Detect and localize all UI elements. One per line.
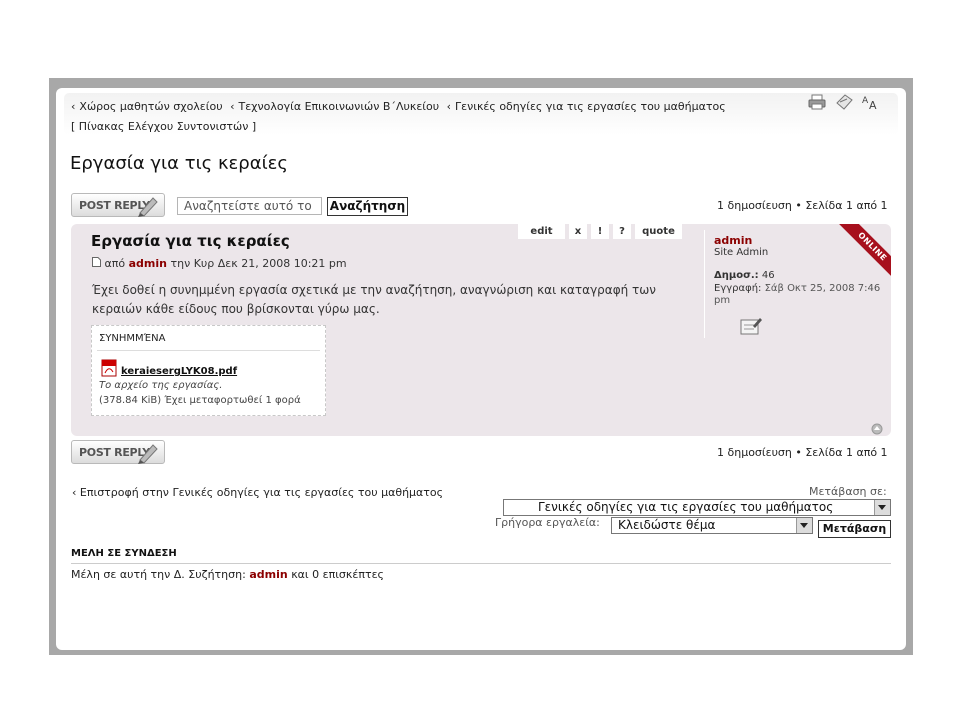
breadcrumb: ‹ Χώρος μαθητών σχολείου ‹ Τεχνολογία Επικ… [71,100,730,113]
post-body: Έχει δοθεί η συνημμένη εργασία σχετικά μ… [92,283,657,316]
delete-button[interactable]: x [569,224,587,239]
posts-count: 46 [761,270,775,281]
online-users-text: Μέλη σε αυτή την Δ. Συζήτηση: admin και … [71,568,384,581]
pencil-icon [138,444,158,464]
attachment-heading: ΣΥΝΗΜΜΈΝΑ [99,333,166,344]
post-meta: από admin την Κυρ Δεκ 21, 2008 10:21 pm [92,257,347,270]
profile-name-link[interactable]: admin [714,234,752,247]
edit-button[interactable]: edit [518,224,565,239]
quick-tools-value: Κλειδώστε θέμα [618,518,716,532]
chevron-down-icon [796,518,812,533]
page-title: Εργασία για τις κεραίες [70,153,288,174]
profile-rank: Site Admin [714,247,769,258]
topic-tools: AA [808,94,880,110]
search-topic-input[interactable]: Αναζητείστε αυτό το [177,197,322,215]
email-topic-icon[interactable] [835,94,853,110]
return-to-forum-link[interactable]: ‹ Επιστροφή στην Γενικές οδηγίες για τις… [72,486,443,499]
jump-to-label: Μετάβαση σε: [809,485,887,498]
attachment-size: (378.84 KiB) Έχει μεταφορτωθεί 1 φορά [99,395,301,406]
breadcrumb-item-course[interactable]: Τεχνολογία Επικοινωνιών Β΄Λυκείου [238,100,439,113]
post-actions: edit x ! ? quote [518,224,682,239]
quick-tools-label: Γρήγορα εργαλεία: [495,516,600,529]
return-to-forum-text: Επιστροφή στην Γενικές οδηγίες για τις ε… [79,486,444,499]
attachment-box: ΣΥΝΗΜΜΈΝΑ keraiesergLYK08.pdf Το αρχείο … [91,325,326,416]
pagination-bottom: 1 δημοσίευση • Σελίδα 1 από 1 [717,446,888,459]
chevron-left-icon: ‹ [72,486,77,499]
post-author-link[interactable]: admin [129,257,167,270]
back-to-top-icon[interactable] [871,420,883,439]
chevron-left-icon: ‹ [446,100,451,113]
moderator-control-panel-link[interactable]: [ Πίνακας Ελέγχου Συντονιστών ] [71,120,256,133]
post-reply-button[interactable]: POST REPLY [71,193,165,217]
breadcrumb-item-forum[interactable]: Γενικές οδηγίες για τις εργασίες του μαθ… [455,100,726,113]
attachment-file-link[interactable]: keraiesergLYK08.pdf [121,366,237,377]
jump-to-value: Γενικές οδηγίες για τις εργασίες του μαθ… [538,500,834,514]
info-button[interactable]: ? [613,224,631,239]
print-icon[interactable] [808,94,826,110]
divider [97,350,320,351]
online-prefix: Μέλη σε αυτή την Δ. Συζήτηση: [71,568,246,581]
chevron-left-icon: ‹ [230,100,235,113]
posts-label: Δημοσ.: [714,270,759,281]
profile-posts: Δημοσ.: 46 [714,270,775,281]
registered-label: Εγγραφή: [714,283,762,294]
post-title[interactable]: Εργασία για τις κεραίες [91,232,290,250]
profile-registered: Εγγραφή: Σάβ Οκτ 25, 2008 7:46 pm [714,283,884,307]
online-users-heading: ΜΕΛΗ ΣΕ ΣΥΝΔΕΣΗ [71,548,177,559]
pencil-icon [138,197,158,217]
post-date: την Κυρ Δεκ 21, 2008 10:21 pm [170,257,347,270]
search-button[interactable]: Αναζήτηση [327,197,408,216]
svg-text:A: A [862,96,869,106]
post-icon [92,257,101,267]
online-ribbon: ONLINE [826,224,891,284]
breadcrumb-item-school[interactable]: Χώρος μαθητών σχολείου [79,100,222,113]
jump-to-select[interactable]: Γενικές οδηγίες για τις εργασίες του μαθ… [503,499,891,516]
pagination-top: 1 δημοσίευση • Σελίδα 1 από 1 [717,199,888,212]
online-badge: ONLINE [831,224,891,284]
go-button[interactable]: Μετάβαση [818,520,891,538]
attachment-comment: Το αρχείο της εργασίας. [99,380,223,391]
font-size-icon[interactable]: AA [862,94,880,110]
chevron-down-icon [874,500,890,515]
post-reply-button-bottom[interactable]: POST REPLY [71,440,165,464]
pdf-file-icon [101,359,117,377]
chevron-left-icon: ‹ [71,100,76,113]
quote-button[interactable]: quote [635,224,682,239]
private-message-icon[interactable] [740,316,762,340]
online-suffix: και 0 επισκέπτες [291,568,384,581]
report-button[interactable]: ! [591,224,609,239]
quick-tools-select[interactable]: Κλειδώστε θέμα [611,517,813,534]
divider [71,563,891,564]
online-user-link[interactable]: admin [249,568,287,581]
svg-text:A: A [869,99,877,110]
post-meta-prefix: από [104,257,126,270]
